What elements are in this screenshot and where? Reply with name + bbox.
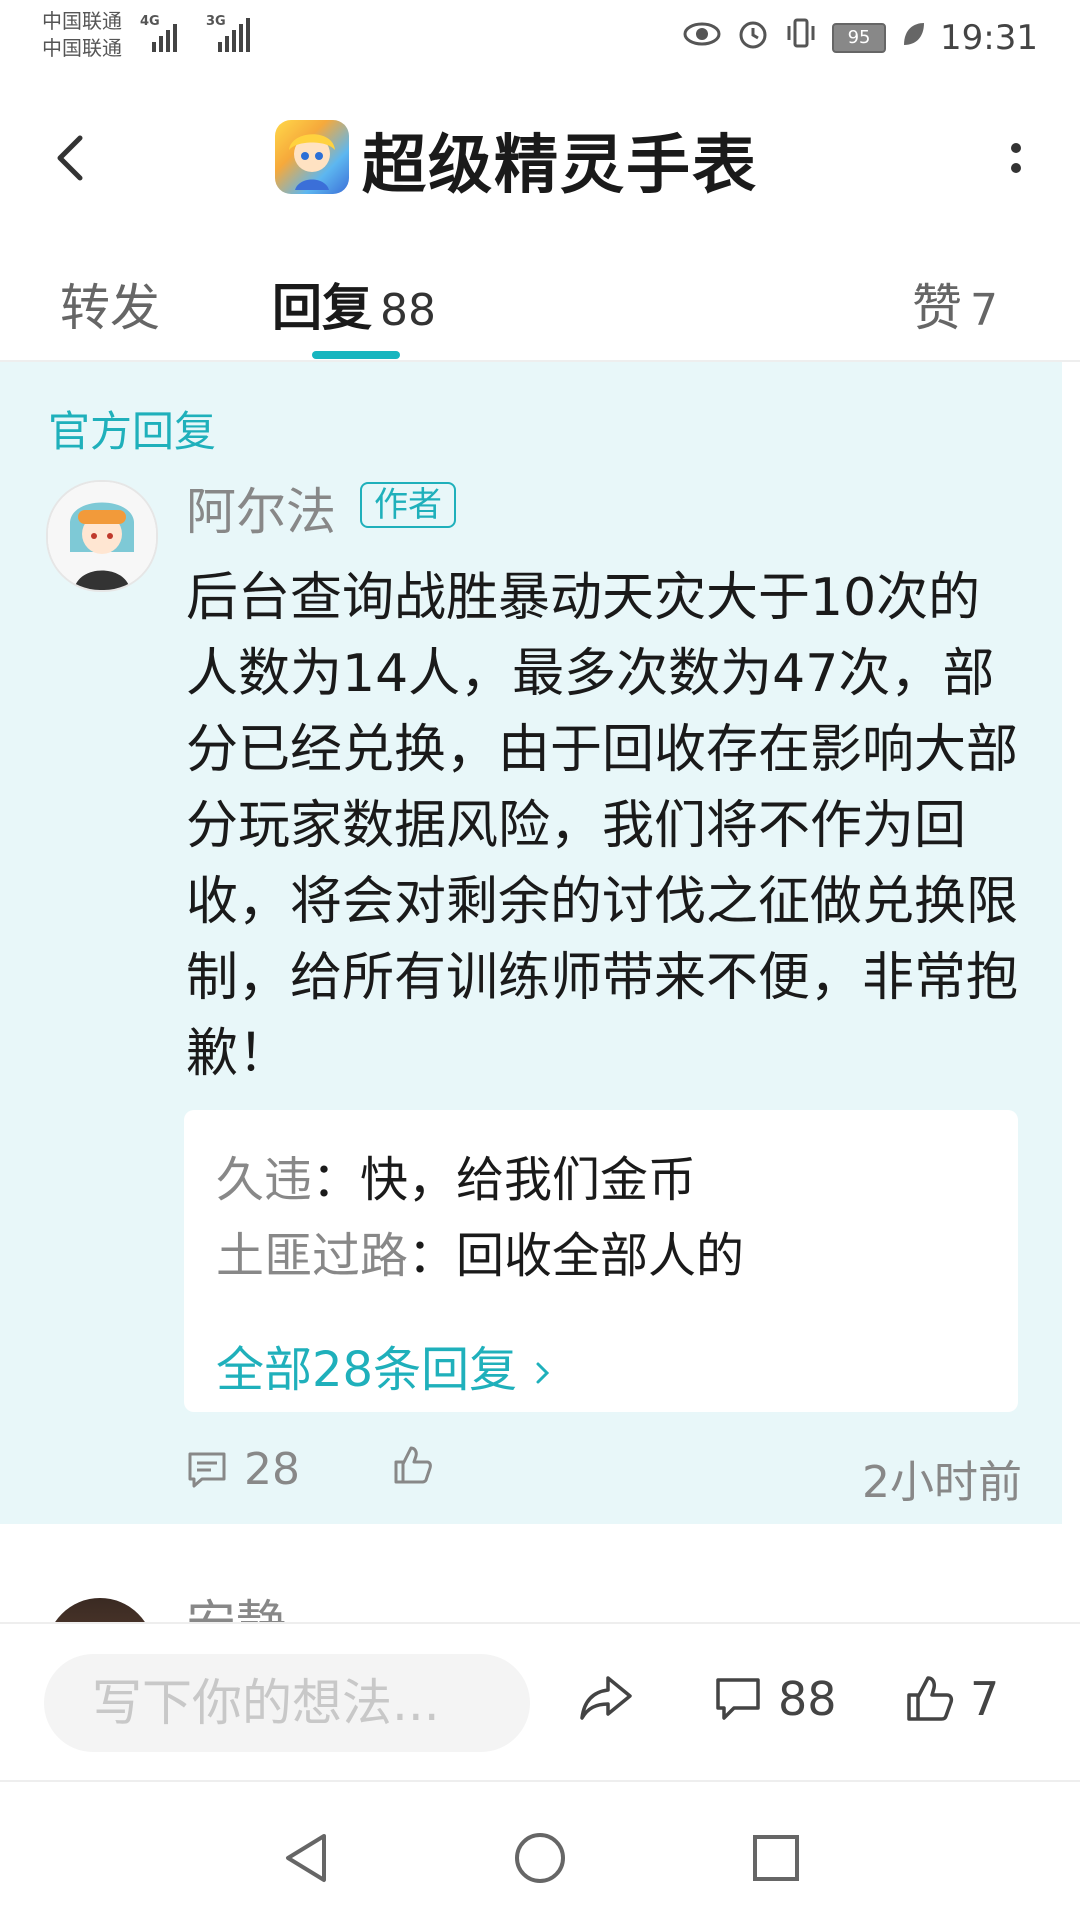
chevron-left-icon [57,135,83,181]
comment-icon [716,1678,760,1720]
bottom-action-bar: 写下你的想法... 88 7 [0,1622,1080,1782]
official-reply-card: 官方回复 阿尔法 作者 后台查询战胜暴动天灾大于10次的人数为14人，最多次数为… [0,362,1062,1524]
commenter-name[interactable]: 安静 [186,1590,286,1626]
tab-forward[interactable]: 转发 [60,268,160,340]
comment-input[interactable]: 写下你的想法... [44,1654,530,1752]
sub-reply-name[interactable]: 久违 [216,1152,312,1208]
signal-strength-icon [152,14,177,52]
like-count: 7 [970,1672,1000,1726]
triangle-back-icon [286,1834,326,1882]
app-icon[interactable] [275,120,349,194]
circle-home-icon [515,1833,565,1883]
square-recents-icon [753,1835,799,1881]
reply-text: 后台查询战胜暴动天灾大于10次的人数为14人，最多次数为47次，部分已经兑换，由… [186,568,1019,1084]
author-badge: 作者 [360,482,456,528]
tab-label: 转发 [60,279,160,337]
more-dot-icon [1011,163,1021,173]
thumbs-up-icon [907,1676,954,1721]
signal-strength-icon-2 [218,14,250,52]
tab-likes[interactable]: 赞7 [912,268,998,340]
share-button[interactable] [578,1672,634,1724]
share-icon [580,1676,632,1720]
sub-reply-separator: ： [312,1152,361,1208]
clock: 19:31 [940,17,1038,58]
official-reply-label: 官方回复 [48,407,217,456]
view-all-replies-link[interactable]: 全部28条回复 [216,1330,554,1400]
like-button[interactable] [392,1444,434,1486]
tab-label: 赞 [912,279,962,337]
author-name[interactable]: 阿尔法 [186,472,336,544]
tab-label: 回复 [272,279,372,337]
tab-count: 88 [380,285,436,336]
page-title: 超级精灵手表 [362,129,758,203]
status-icons: 95 19:31 [682,16,1038,59]
alarm-icon [736,16,770,59]
system-navigation-bar [0,1780,1080,1922]
tab-replies[interactable]: 回复 88 [272,268,436,340]
carrier-2: 中国联通 [42,36,122,60]
sub-replies-box[interactable]: 久违：快，给我们金币 土匪过路：回收全部人的 全部28条回复 [184,1110,1018,1412]
sub-reply[interactable]: 久违：快，给我们金币 [216,1140,696,1210]
reply-actions: 28 2小时前 [186,1444,1022,1508]
battery-icon: 95 [832,22,887,53]
carrier-1: 中国联通 [42,9,122,33]
timestamp: 2小时前 [862,1457,1022,1508]
vibrate-icon [784,16,818,59]
sub-reply-text: 回收全部人的 [456,1228,745,1284]
status-bar: 中国联通 中国联通 4G 3G 95 19:31 [0,0,1080,78]
comment-count: 88 [778,1672,837,1726]
sub-reply-text: 快，给我们金币 [360,1152,697,1208]
more-dot-icon [1011,143,1021,153]
nav-recents-button[interactable] [746,1828,806,1888]
leaf-icon [900,18,926,58]
avatar[interactable] [46,480,158,592]
active-tab-indicator [312,351,400,359]
nav-home-button[interactable] [510,1828,570,1888]
tab-bar: 转发 回复 88 赞7 [0,238,1080,362]
carrier-labels: 中国联通 中国联通 [42,8,122,62]
sub-reply[interactable]: 土匪过路：回收全部人的 [216,1216,744,1286]
tab-count: 7 [970,285,998,336]
nav-back-button[interactable] [276,1828,336,1888]
thumbs-up-icon [394,1446,432,1484]
back-button[interactable] [44,128,104,188]
chevron-right-icon [536,1362,550,1384]
more-options-button[interactable] [996,128,1036,188]
comment-count-button[interactable]: 88 [712,1672,837,1726]
like-count-button[interactable]: 7 [904,1672,999,1726]
sub-reply-name[interactable]: 土匪过路 [216,1228,408,1284]
eye-icon [682,18,722,58]
sub-reply-separator: ： [408,1228,457,1284]
header: 超级精灵手表 [0,78,1080,238]
comment-count: 28 [244,1444,300,1495]
view-all-replies-label: 全部28条回复 [216,1342,518,1398]
comment-icon [188,1452,226,1487]
comment-button[interactable]: 28 [186,1444,300,1495]
